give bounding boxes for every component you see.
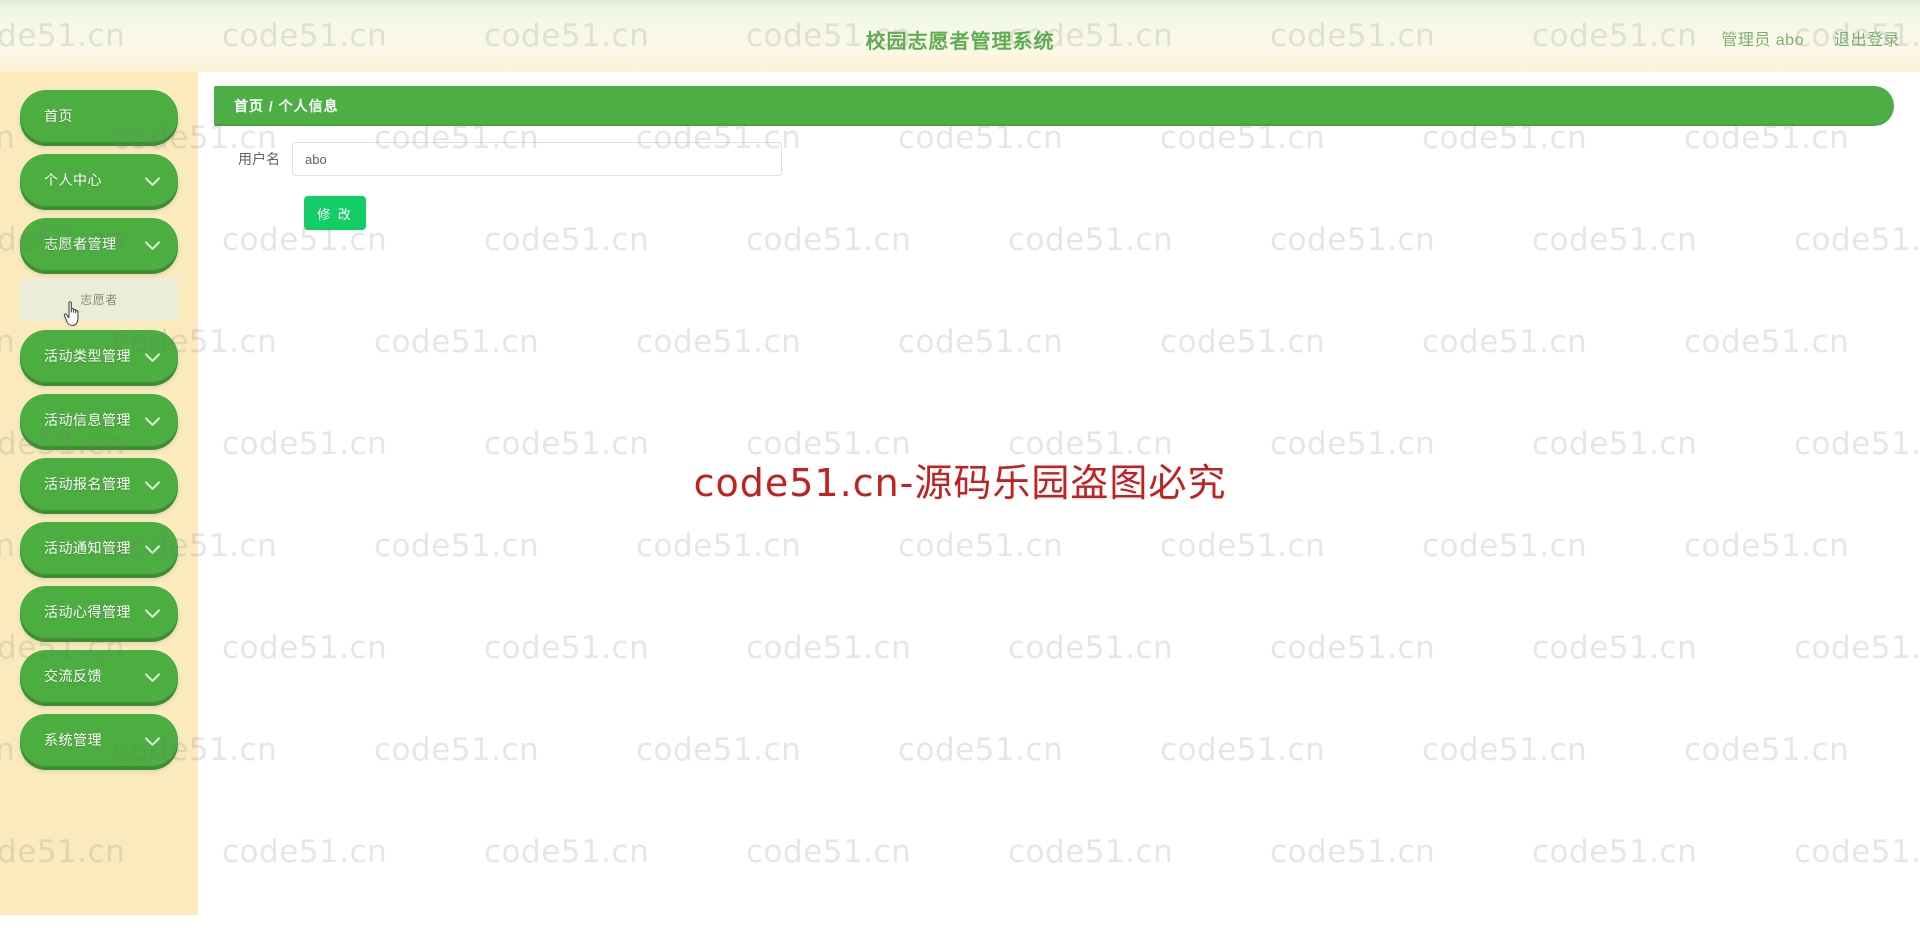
chevron-down-icon xyxy=(144,602,161,619)
main-content: 首页 / 个人信息 用户名 修 改 xyxy=(198,72,1920,936)
sidebar-item-3[interactable]: 活动类型管理 xyxy=(20,330,178,382)
chevron-down-icon xyxy=(144,474,161,491)
chevron-down-icon xyxy=(144,410,161,427)
chevron-down-icon xyxy=(144,666,161,683)
sidebar-item-label: 志愿者管理 xyxy=(44,236,117,252)
sidebar: 首页个人中心志愿者管理志愿者活动类型管理 活动信息管理 活动报名管理 活动通知管理 活动… xyxy=(0,72,198,915)
sidebar-item-8[interactable]: 交流反馈 xyxy=(20,650,178,702)
username-row: 用户名 xyxy=(198,142,1920,176)
chevron-down-icon xyxy=(144,538,161,555)
breadcrumb-wrap: 首页 / 个人信息 xyxy=(214,86,1894,126)
sidebar-item-5[interactable]: 活动报名管理 xyxy=(20,458,178,510)
app-root: 首页 / 个人信息 用户名 修 改 首页个人中心志愿者管理志愿者活动类型管理活动… xyxy=(0,0,1920,936)
chevron-down-icon xyxy=(144,730,161,747)
chevron-down-icon xyxy=(144,234,161,251)
sidebar-submenu-item-2-0[interactable]: 志愿者 xyxy=(20,284,178,314)
profile-form: 用户名 修 改 xyxy=(198,142,1920,230)
save-button[interactable]: 修 改 xyxy=(304,196,366,230)
sidebar-item-9[interactable]: 系统管理 xyxy=(20,714,178,766)
breadcrumb: 首页 / 个人信息 xyxy=(234,98,339,114)
sidebar-item-label: 系统管理 xyxy=(44,732,102,748)
sidebar-item-label: 首页 xyxy=(44,108,73,124)
sidebar-item-1[interactable]: 个人中心 xyxy=(20,154,178,206)
username-label: 用户名 xyxy=(238,151,280,167)
sidebar-item-label: 交流反馈 xyxy=(44,668,102,684)
form-actions: 修 改 xyxy=(198,196,1920,230)
sidebar-item-7[interactable]: 活动心得管理 xyxy=(20,586,178,638)
username-input[interactable] xyxy=(292,142,782,176)
breadcrumb-bar: 首页 / 个人信息 xyxy=(214,86,1894,126)
sidebar-item-label: 活动通知管理 xyxy=(44,540,131,556)
chevron-down-icon xyxy=(144,346,161,363)
sidebar-item-6[interactable]: 活动通知管理 xyxy=(20,522,178,574)
header-user-area: 管理员 abo 退出登录 xyxy=(1721,26,1900,50)
sidebar-item-label: 活动信息管理 xyxy=(44,412,131,428)
sidebar-item-0[interactable]: 首页 xyxy=(20,90,178,142)
sidebar-item-label: 活动类型管理 xyxy=(44,348,131,364)
chevron-down-icon xyxy=(144,170,161,187)
page-title: 校园志愿者管理系统 xyxy=(865,31,1055,53)
logout-link[interactable]: 退出登录 xyxy=(1834,26,1900,50)
current-user-label: 管理员 abo xyxy=(1721,32,1804,49)
sidebar-submenu-2: 志愿者 xyxy=(20,278,178,320)
sidebar-item-4[interactable]: 活动信息管理 xyxy=(20,394,178,446)
sidebar-item-2[interactable]: 志愿者管理 xyxy=(20,218,178,270)
app-header: 校园志愿者管理系统 管理员 abo 退出登录 xyxy=(0,0,1920,72)
sidebar-item-label: 活动报名管理 xyxy=(44,476,131,492)
sidebar-item-label: 个人中心 xyxy=(44,172,102,188)
sidebar-item-label: 活动心得管理 xyxy=(44,604,131,620)
